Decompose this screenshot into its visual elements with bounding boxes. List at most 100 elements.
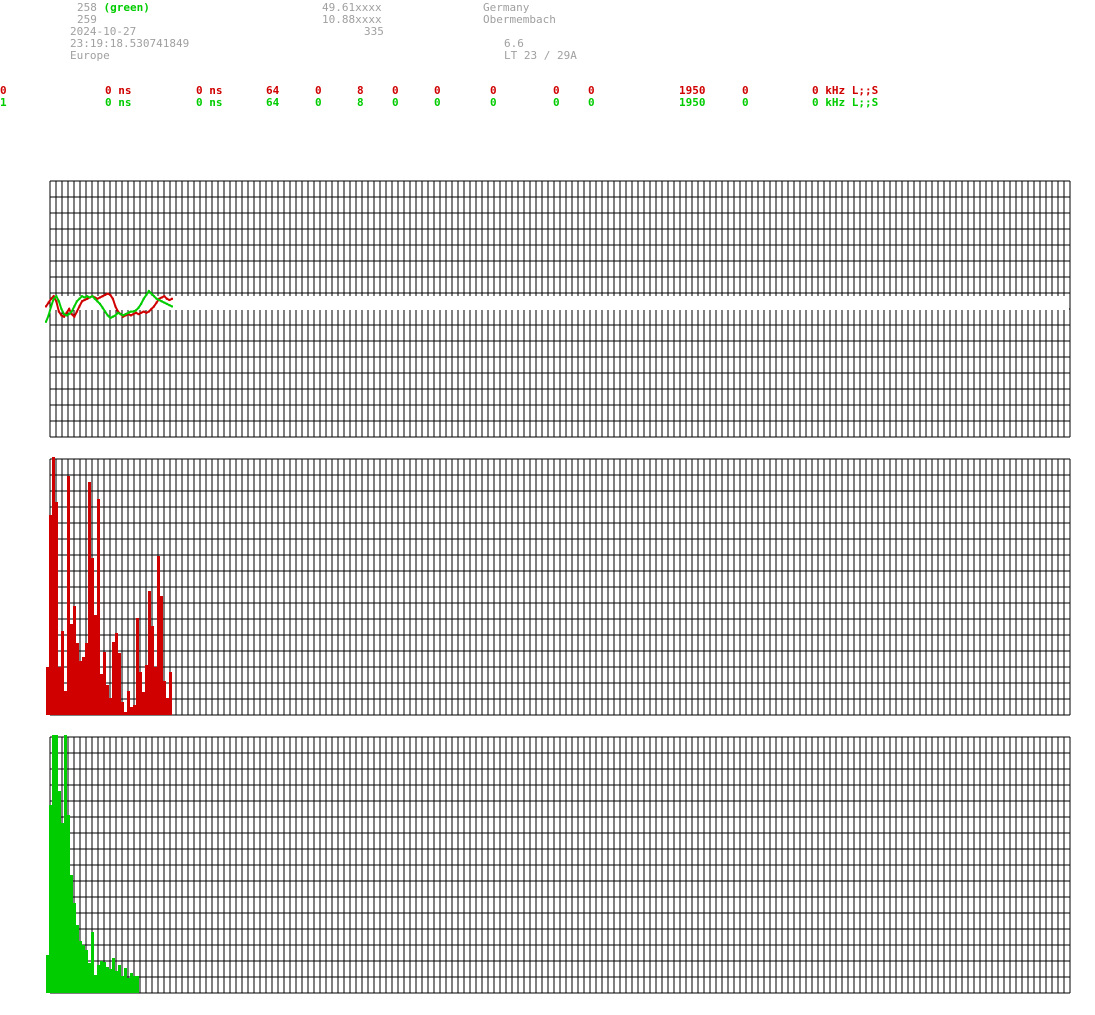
chart-1-bar-10 [76,643,79,715]
chart-0-point-1-24 [106,314,109,317]
chart-2-bar-0 [46,955,49,993]
chart-0-point-1-23 [104,310,107,313]
chart-1-bar-12 [82,657,85,715]
chart-0-point-1-17 [88,296,91,299]
chart-1-bar-30 [136,618,139,715]
charts [45,180,1071,994]
chart-1-bar-3 [55,502,58,715]
chart-1-bar-16 [94,615,97,715]
chart-1-bar-20 [106,685,109,715]
chart-0-point-1-27 [114,314,117,317]
chart-0-point-1-1 [47,314,50,317]
chart-0-point-0-27 [114,305,117,308]
chart-2-bar-22 [112,958,115,993]
chart-1-bar-6 [64,691,67,715]
chart-0-point-1-39 [145,293,148,296]
chart-2-bar-29 [133,976,136,993]
chart-1-bar-18 [100,674,103,715]
chart-2-bar-15 [91,932,94,993]
chart-1-bar-33 [145,665,148,715]
chart-2-bar-30 [136,976,139,993]
chart-0-point-1-42 [153,295,155,298]
chart-0-point-1-40 [147,290,150,293]
chart-1-bar-24 [118,653,121,715]
chart-0-point-0-42 [153,305,155,308]
chart-2-bar-26 [124,968,127,993]
chart-1-bar-27 [127,691,130,715]
chart-0-point-1-30 [122,314,125,317]
chart-1-bar-36 [154,667,157,715]
chart-2-bar-23 [115,971,118,993]
chart-2-bar-8 [70,875,73,993]
chart-0-point-0-22 [101,295,104,298]
chart-0-point-1-8 [65,314,68,317]
chart-1-bar-41 [169,672,172,715]
chart-1-bar-15 [91,558,94,715]
chart-0-point-0-43 [155,301,158,304]
chart-0-point-1-12 [75,300,78,303]
chart-0-point-1-20 [96,300,99,303]
chart-0-point-1-10 [70,310,73,313]
chart-1-bar-37 [157,556,160,715]
chart-0-point-0-0 [45,305,47,308]
chart-1-bar-25 [121,702,124,715]
chart-0-point-0-37 [140,311,143,314]
chart-0-point-1-0 [45,320,47,323]
chart-0-point-1-48 [168,304,171,307]
chart-2-bar-21 [109,969,112,993]
chart-0-point-1-45 [160,300,163,303]
chart-2-bar-2 [52,735,55,993]
chart-1-bar-32 [142,692,145,715]
chart-0-point-1-26 [111,315,114,318]
chart-2-bar-3 [55,735,58,993]
chart-2-bar-16 [94,975,97,993]
chart-2-grid [49,736,1071,994]
chart-0-point-0-24 [106,292,109,295]
chart-0-point-1-38 [142,297,145,300]
chart-1-bar-2 [52,457,55,715]
chart-0-point-0-21 [99,296,101,299]
chart-2-bar-6 [64,735,67,993]
chart-1-bar-13 [85,643,88,715]
chart-0-point-0-6 [60,314,63,317]
chart-2-bar-13 [85,950,88,993]
chart-0-point-0-49 [171,297,173,300]
chart-2-bar-11 [79,941,82,993]
chart-1-bar-4 [58,667,61,715]
chart-0-point-1-43 [155,297,158,300]
chart-0-point-1-36 [137,306,140,309]
chart-1-grid [49,458,1071,716]
chart-0-point-1-25 [109,316,112,319]
chart-1-bar-5 [61,631,64,715]
chart-1-bar-17 [97,499,100,715]
chart-0-point-0-1 [47,301,50,304]
chart-0-point-1-13 [78,297,81,300]
chart-0-point-0-34 [132,313,135,316]
chart-1-bar-19 [103,652,106,715]
chart-0-point-0-47 [165,297,168,300]
chart-0-point-0-48 [168,299,171,302]
chart-0-point-1-41 [150,292,153,295]
chart-0-center-band [51,296,1069,310]
chart-0-point-1-49 [171,305,173,308]
chart-2-bar-1 [49,805,52,993]
chart-0-point-1-46 [163,301,166,304]
chart-1-bar-14 [88,482,91,715]
chart-0-point-1-11 [73,305,76,308]
chart-1-bar-40 [166,698,169,715]
chart-1-bar-21 [109,698,112,715]
chart-1-bar-39 [163,681,166,715]
chart-2-bar-25 [121,976,124,993]
chart-0-point-0-38 [142,310,145,313]
chart-0-point-0-15 [83,299,86,302]
chart-0-point-1-21 [99,302,101,305]
chart-2-bar-20 [106,967,109,993]
chart-1-bar-1 [49,515,52,715]
chart-0-point-0-25 [109,293,112,296]
chart-0-point-0-26 [111,297,114,300]
chart-0-point-0-12 [75,310,78,313]
chart-0-point-0-40 [147,310,150,313]
chart-0-point-1-35 [135,309,137,312]
chart-1-bar-23 [115,633,118,715]
chart-0-point-0-5 [57,310,60,313]
